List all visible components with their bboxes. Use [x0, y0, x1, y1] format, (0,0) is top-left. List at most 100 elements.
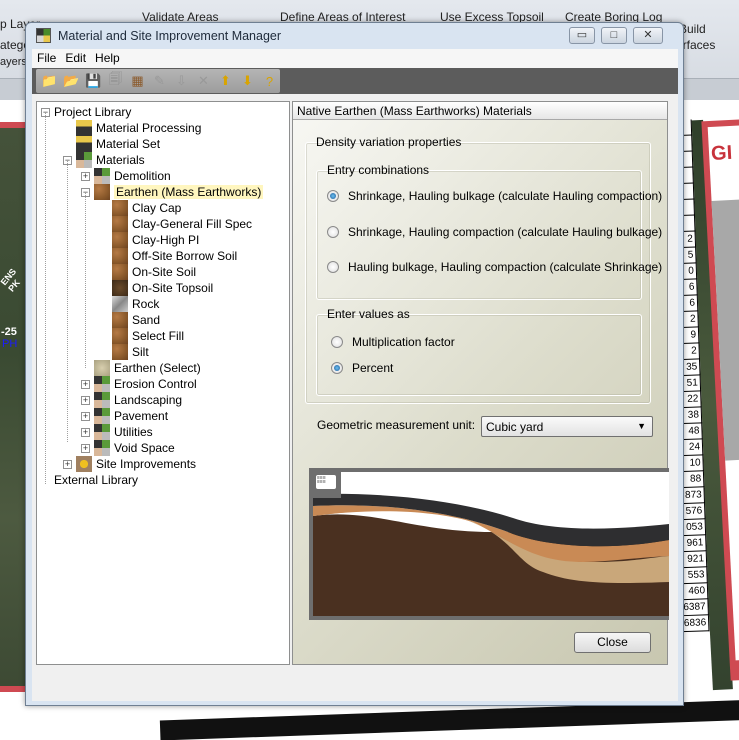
close-window-button[interactable]: ✕ [633, 27, 663, 44]
tree-node-earthen-mass[interactable]: − Earthen (Mass Earthworks) [81, 184, 264, 200]
material-icon [112, 216, 128, 232]
tree-guide-line [67, 160, 68, 442]
panel-header: Native Earthen (Mass Earthworks) Materia… [293, 102, 667, 120]
expand-icon[interactable]: + [81, 443, 90, 453]
entry-combinations-group: Entry combinations Shrinkage, Hauling bu… [316, 163, 662, 300]
tree-node-clay-cap[interactable]: Clay Cap [112, 200, 181, 216]
tree-node-demolition[interactable]: + Demolition [81, 168, 171, 184]
material-icon [112, 200, 128, 216]
background-map: ENS PK -25 PH [0, 122, 26, 692]
material-icon [94, 184, 110, 200]
values-as-group: Enter values as Multiplication factor Pe… [316, 307, 642, 396]
tree-node-erosion-control[interactable]: + Erosion Control [81, 376, 197, 392]
menu-edit[interactable]: Edit [60, 49, 90, 65]
material-icon [94, 408, 110, 424]
material-icon [112, 264, 128, 280]
ribbon-text: ayers [0, 56, 27, 68]
material-icon [94, 360, 110, 376]
tree-node-rock[interactable]: Rock [112, 296, 159, 312]
tree-node-pavement[interactable]: + Pavement [81, 408, 168, 424]
tree-node-label: Earthen (Mass Earthworks) [114, 185, 264, 199]
tree-node-on-site-topsoil[interactable]: On-Site Topsoil [112, 280, 213, 296]
tree-node-label: Demolition [114, 169, 171, 183]
chevron-down-icon: ▼ [637, 421, 646, 431]
save-icon[interactable]: 💾 [84, 72, 103, 91]
tree-node-label: External Library [54, 473, 139, 487]
expand-icon[interactable]: + [81, 411, 90, 421]
entry-option-2[interactable]: Shrinkage, Hauling compaction (calculate… [327, 225, 662, 239]
tree-node-select-fill[interactable]: Select Fill [112, 328, 184, 344]
tree-node-landscaping[interactable]: + Landscaping [81, 392, 182, 408]
value-option-percent[interactable]: Percent [331, 361, 393, 375]
import-icon[interactable]: 📂 [62, 72, 81, 91]
tree-node-clay-general-fill-spec[interactable]: Clay-General Fill Spec [112, 216, 252, 232]
add-material-icon[interactable]: ▦ [128, 72, 147, 91]
material-icon [76, 136, 92, 152]
tree-node-utilities[interactable]: + Utilities [81, 424, 153, 440]
expand-icon[interactable]: + [63, 459, 72, 469]
tree-node-off-site-borrow-soil[interactable]: Off-Site Borrow Soil [112, 248, 237, 264]
radio-label: Shrinkage, Hauling compaction (calculate… [348, 225, 663, 239]
material-icon [76, 120, 92, 136]
radio-button[interactable] [327, 226, 339, 238]
move-down-icon[interactable]: ⇩ [172, 72, 191, 91]
material-icon [94, 376, 110, 392]
tree-node-project-library[interactable]: − Project Library [41, 104, 131, 120]
tree-node-site-improvements[interactable]: + Site Improvements [63, 456, 196, 472]
unit-value: Cubic yard [486, 420, 544, 434]
radio-button[interactable] [331, 336, 343, 348]
unit-dropdown[interactable]: Cubic yard ▼ [481, 416, 653, 437]
tree-node-on-site-soil[interactable]: On-Site Soil [112, 264, 196, 280]
entry-option-3[interactable]: Hauling bulkage, Hauling compaction (cal… [327, 260, 662, 274]
help-icon[interactable]: ? [260, 72, 279, 91]
tree-guide-line [45, 112, 46, 484]
edit-icon[interactable]: ✎ [150, 72, 169, 91]
tree-node-material-processing[interactable]: Material Processing [76, 120, 201, 136]
tree-node-clay-high-pi[interactable]: Clay-High PI [112, 232, 199, 248]
tree-node-material-set[interactable]: Material Set [76, 136, 160, 152]
close-button[interactable]: Close [574, 632, 651, 653]
tree-node-label: Sand [132, 313, 161, 327]
tree-node-label: Void Space [114, 441, 175, 455]
entry-group-title: Entry combinations [327, 163, 430, 177]
tree-node-label: Utilities [114, 425, 153, 439]
move-up-pin-icon[interactable]: ⬆ [216, 72, 235, 91]
title-bar[interactable]: Material and Site Improvement Manager ▭ … [26, 23, 683, 49]
radio-button[interactable] [327, 190, 339, 202]
expand-icon[interactable]: + [81, 427, 90, 437]
tree-node-label: Select Fill [132, 329, 185, 343]
radio-button[interactable] [331, 362, 343, 374]
tree-node-label: Silt [132, 345, 149, 359]
material-icon [76, 456, 92, 472]
minimize-button[interactable]: ▭ [569, 27, 595, 44]
new-folder-icon[interactable]: 📁 [40, 72, 59, 91]
radio-button[interactable] [327, 261, 339, 273]
entry-option-1[interactable]: Shrinkage, Hauling bulkage (calculate Ha… [327, 189, 662, 203]
tree-node-external-library[interactable]: External Library [54, 472, 138, 488]
tree-node-sand[interactable]: Sand [112, 312, 160, 328]
tree-node-silt[interactable]: Silt [112, 344, 149, 360]
menu-help[interactable]: Help [90, 49, 124, 65]
tree-node-earthen-select[interactable]: Earthen (Select) [94, 360, 201, 376]
map-label: -25 [1, 326, 17, 338]
move-down-pin-icon[interactable]: ⬇ [238, 72, 257, 91]
material-icon [112, 328, 128, 344]
library-tree[interactable]: − Project Library Material Processing Mater… [36, 101, 290, 665]
tree-node-label: Site Improvements [96, 457, 197, 471]
expand-icon[interactable]: + [81, 379, 90, 389]
menu-file[interactable]: File [32, 49, 60, 65]
material-icon [112, 248, 128, 264]
delete-icon[interactable]: ✕ [194, 72, 213, 91]
tree-node-materials[interactable]: − Materials [63, 152, 145, 168]
note-icon[interactable]: ≡≡≡ ≡≡≡ [313, 472, 341, 498]
material-icon [76, 152, 92, 168]
material-icon [112, 344, 128, 360]
maximize-button[interactable]: □ [601, 27, 627, 44]
save-all-icon[interactable]: 🗐 [106, 71, 125, 91]
tree-node-void-space[interactable]: + Void Space [81, 440, 175, 456]
client-area: − Project Library Material Processing Mater… [32, 94, 678, 701]
material-icon [94, 440, 110, 456]
expand-icon[interactable]: + [81, 171, 90, 181]
expand-icon[interactable]: + [81, 395, 90, 405]
value-option-multiplication[interactable]: Multiplication factor [331, 335, 455, 349]
